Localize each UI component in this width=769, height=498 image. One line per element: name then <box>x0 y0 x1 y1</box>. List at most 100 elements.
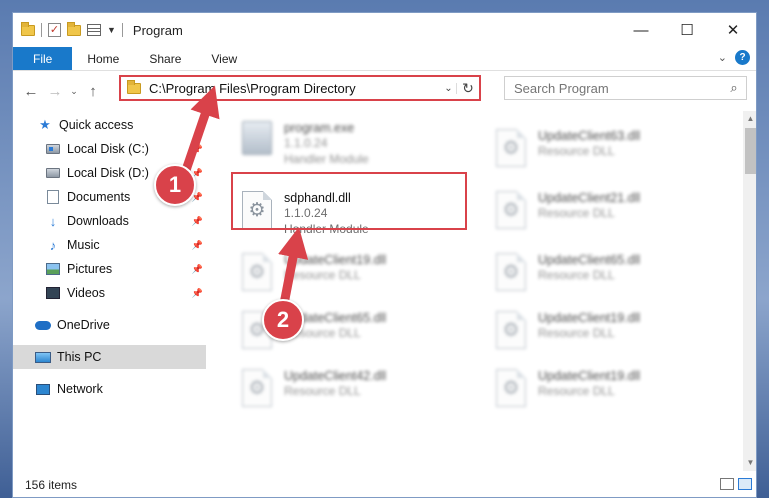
pin-icon[interactable]: 📌 <box>192 216 203 227</box>
dll-file-icon: ⚙ <box>496 369 526 407</box>
tab-view[interactable]: View <box>196 47 252 70</box>
customize-toolbar-chevron-icon[interactable]: ▼ <box>107 25 116 35</box>
file-item[interactable]: ⚙ UpdateClient65.dll Resource DLL <box>490 249 720 307</box>
gear-icon: ⚙ <box>502 138 520 159</box>
gear-icon: ⚙ <box>502 262 520 283</box>
file-name: UpdateClient21.dll <box>538 191 641 205</box>
file-item[interactable]: ⚙ UpdateClient19.dll Resource DLL <box>490 307 720 365</box>
scroll-down-arrow-icon[interactable]: ▼ <box>743 455 756 471</box>
file-type: Handler Module <box>284 152 369 166</box>
folder-icon <box>127 79 141 94</box>
music-note-icon: ♪ <box>49 237 57 253</box>
scrollbar-thumb[interactable] <box>745 128 756 174</box>
address-dropdown-chevron-icon[interactable]: ⌄ <box>441 82 457 94</box>
local-disk-icon <box>46 168 60 178</box>
address-path[interactable]: C:\Program Files\Program Directory <box>149 81 441 96</box>
forward-arrow-icon[interactable]: → <box>43 83 67 100</box>
file-item[interactable]: ⚙ UpdateClient63.dll Resource DLL <box>490 125 720 183</box>
tab-share[interactable]: Share <box>134 47 196 70</box>
file-item[interactable]: program.exe 1.1.0.24 Handler Module <box>236 117 466 175</box>
step-badge-1: 1 <box>154 164 196 206</box>
sidebar-item-label: OneDrive <box>57 318 110 332</box>
file-name: UpdateClient19.dll <box>284 253 387 267</box>
search-box[interactable]: ⌕ <box>504 76 747 100</box>
sidebar-item-quick-access[interactable]: ★ Quick access <box>13 113 206 137</box>
window-title: Program <box>132 22 183 38</box>
sidebar-item-label: Local Disk (D:) <box>67 166 149 180</box>
help-icon[interactable]: ? <box>735 50 750 65</box>
file-item[interactable]: ⚙ UpdateClient21.dll Resource DLL <box>490 187 720 245</box>
close-button[interactable]: ✕ <box>710 13 756 47</box>
navigation-bar: ← → ⌄ ↑ C:\Program Files\Program Directo… <box>13 71 756 111</box>
maximize-button[interactable]: ☐ <box>664 13 710 47</box>
dll-file-icon: ⚙ <box>496 129 526 167</box>
search-input[interactable] <box>505 80 722 96</box>
title-bar: ✓ ▼ Program — ☐ ✕ <box>13 13 756 47</box>
refresh-icon[interactable]: ↻ <box>457 80 479 97</box>
file-type: Resource DLL <box>284 384 361 398</box>
sidebar-item-label: Quick access <box>59 118 134 132</box>
pin-icon[interactable]: 📌 <box>192 144 203 155</box>
pin-icon[interactable]: 📌 <box>192 288 203 299</box>
star-icon: ★ <box>39 117 51 132</box>
tab-file[interactable]: File <box>13 47 73 70</box>
status-bar: 156 items <box>13 471 756 497</box>
program-exe-icon <box>242 121 272 155</box>
sidebar-item-network[interactable]: Network <box>13 377 206 401</box>
search-icon[interactable]: ⌕ <box>722 80 746 96</box>
file-type: Resource DLL <box>538 268 615 282</box>
up-arrow-icon[interactable]: ↑ <box>81 83 105 100</box>
sidebar-item-downloads[interactable]: ↓ Downloads 📌 <box>13 209 206 233</box>
file-type: Resource DLL <box>538 206 615 220</box>
back-arrow-icon[interactable]: ← <box>19 83 43 100</box>
new-folder-icon[interactable] <box>67 21 81 36</box>
gear-icon: ⚙ <box>248 378 266 399</box>
sidebar-item-videos[interactable]: Videos 📌 <box>13 281 206 305</box>
tab-home[interactable]: Home <box>72 47 134 70</box>
file-type: Resource DLL <box>284 268 361 282</box>
pin-icon[interactable]: 📌 <box>192 264 203 275</box>
large-icons-view-icon[interactable] <box>738 478 752 490</box>
sidebar-item-local-disk-c[interactable]: Local Disk (C:) 📌 <box>13 137 206 161</box>
folder-icon <box>21 21 35 36</box>
this-pc-monitor-icon <box>35 351 51 363</box>
file-name: UpdateClient42.dll <box>284 369 387 383</box>
sidebar-item-pictures[interactable]: Pictures 📌 <box>13 257 206 281</box>
view-options-icon[interactable] <box>87 24 101 36</box>
sidebar-item-this-pc[interactable]: This PC <box>13 345 206 369</box>
sidebar-item-label: Pictures <box>67 262 113 276</box>
downloads-arrow-icon: ↓ <box>49 213 57 229</box>
pin-icon[interactable]: 📌 <box>192 240 203 251</box>
file-highlight-box <box>231 172 467 230</box>
recent-locations-chevron-icon[interactable]: ⌄ <box>67 86 81 97</box>
sidebar-item-label: Downloads <box>67 214 129 228</box>
dll-file-icon: ⚙ <box>496 191 526 229</box>
window-controls: — ☐ ✕ <box>618 13 756 47</box>
file-name: UpdateClient19.dll <box>538 311 641 325</box>
quick-access-toolbar: ✓ ▼ <box>13 21 123 37</box>
gear-icon: ⚙ <box>248 262 266 283</box>
vertical-scrollbar[interactable]: ▲ ▼ <box>743 111 756 471</box>
file-item[interactable]: ⚙ UpdateClient19.dll Resource DLL <box>236 249 466 307</box>
file-name: UpdateClient63.dll <box>538 129 641 143</box>
sidebar-item-onedrive[interactable]: OneDrive <box>13 313 206 337</box>
file-version: 1.1.0.24 <box>284 136 328 150</box>
expand-ribbon-chevron-icon[interactable]: ⌄ <box>718 51 727 64</box>
details-view-icon[interactable] <box>720 478 734 490</box>
sidebar-item-label: This PC <box>57 350 102 364</box>
minimize-button[interactable]: — <box>618 13 664 47</box>
file-item[interactable]: ⚙ UpdateClient42.dll Resource DLL <box>236 365 466 423</box>
pictures-icon <box>46 263 60 275</box>
properties-check-icon[interactable]: ✓ <box>48 23 61 37</box>
scroll-up-arrow-icon[interactable]: ▲ <box>743 111 756 127</box>
gear-icon: ⚙ <box>502 320 520 341</box>
ribbon: File Home Share View ⌄ ? <box>13 47 756 71</box>
file-type: Resource DLL <box>538 144 615 158</box>
file-name: UpdateClient65.dll <box>538 253 641 267</box>
sidebar-item-label: Music <box>67 238 100 252</box>
address-bar[interactable]: C:\Program Files\Program Directory ⌄ ↻ <box>119 75 481 101</box>
file-item[interactable]: ⚙ UpdateClient19.dll Resource DLL <box>490 365 720 423</box>
sidebar-item-music[interactable]: ♪ Music 📌 <box>13 233 206 257</box>
view-toggle <box>720 478 752 490</box>
dll-file-icon: ⚙ <box>242 369 272 407</box>
